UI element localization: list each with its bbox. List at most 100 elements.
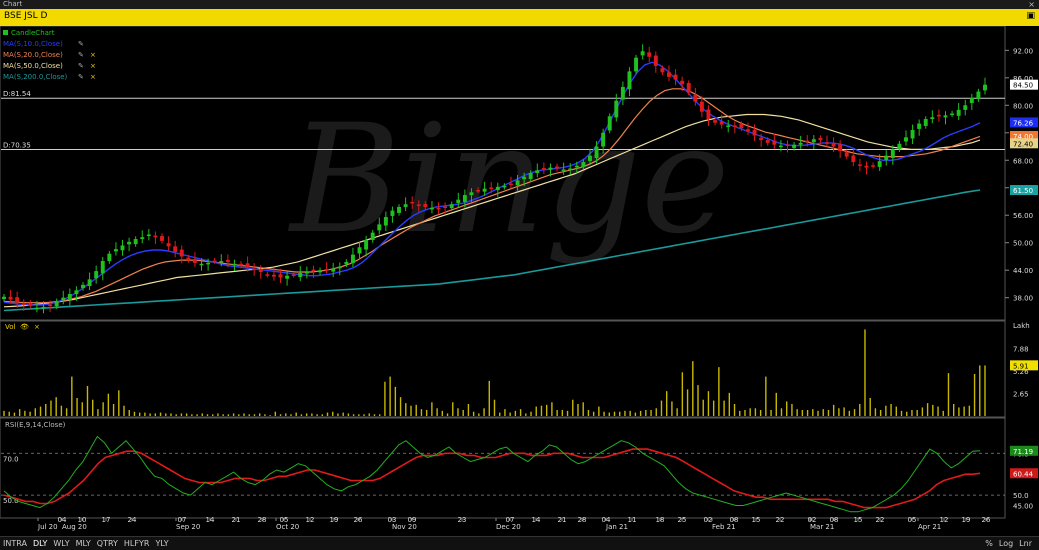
candle-body — [910, 130, 915, 139]
x-tick-label: 19 — [962, 516, 971, 524]
edit-icon[interactable]: ✎ — [78, 40, 84, 48]
edit-icon[interactable]: ✎ — [78, 51, 84, 59]
rsi-level-label: 70.0 — [3, 455, 19, 463]
candle-body — [48, 304, 53, 307]
candle-body — [120, 245, 125, 251]
scale-option-lnr[interactable]: Lnr — [1016, 537, 1035, 550]
candle-body — [456, 199, 461, 204]
candle-body — [186, 257, 191, 261]
remove-icon[interactable]: × — [90, 73, 96, 81]
candle-body — [489, 187, 494, 190]
eye-icon[interactable]: 👁 — [20, 323, 29, 331]
candle-body — [15, 297, 20, 303]
close-icon[interactable]: × — [1028, 0, 1035, 9]
bottom-toolbar: INTRA DLY WLY MLY QTRY HLFYR YLY% Log Lnr — [0, 536, 1039, 550]
x-tick-label: 28 — [578, 516, 587, 524]
scale-option-percent[interactable]: % — [982, 537, 996, 550]
candle-body — [884, 155, 889, 161]
candle-body — [179, 249, 184, 257]
tab-intra[interactable]: INTRA — [0, 537, 30, 550]
rsi-label[interactable]: RSI(E,9,14,Close) — [5, 421, 66, 429]
tab-qtry[interactable]: QTRY — [94, 537, 121, 550]
candle-body — [304, 272, 309, 274]
candle-body — [620, 86, 625, 100]
x-tick-label: 12 — [940, 516, 949, 524]
x-tick-label: 14 — [532, 516, 541, 524]
x-tick-label: 15 — [854, 516, 863, 524]
restore-icon[interactable]: ▣ — [1026, 11, 1035, 21]
candle-body — [917, 123, 922, 129]
vol-label[interactable]: Vol — [5, 323, 16, 331]
x-tick-label: 28 — [258, 516, 267, 524]
legend-candle[interactable]: CandleChart — [11, 29, 55, 37]
candle-body — [383, 217, 388, 226]
candle-body — [825, 142, 829, 144]
candle-body — [291, 274, 296, 277]
legend-ma50[interactable]: MA(S,50.0,Close) — [3, 62, 63, 70]
candle-body — [28, 302, 33, 306]
edit-icon[interactable]: ✎ — [78, 62, 84, 70]
tab-yly[interactable]: YLY — [152, 537, 171, 550]
candle-body — [634, 57, 639, 72]
x-tick-label: 05 — [908, 516, 917, 524]
rsi-badge-text: 71.19 — [1013, 448, 1033, 456]
tab-dly[interactable]: DLY — [30, 537, 50, 550]
volume-panel — [0, 320, 1006, 418]
candle-body — [588, 155, 592, 161]
candle-body — [436, 207, 441, 210]
edit-icon[interactable]: ✎ — [78, 73, 84, 81]
candle-body — [225, 259, 230, 262]
candle-body — [206, 262, 211, 265]
candle-body — [607, 116, 612, 131]
chart-canvas[interactable]: Binge 50.0 70.0 D:81.54 D:70.35 38.00 44.00… — [0, 26, 1039, 536]
candle-body — [495, 186, 500, 191]
candle-body — [2, 296, 6, 300]
tab-mly[interactable]: MLY — [73, 537, 94, 550]
candle-body — [278, 274, 283, 278]
vol-tick-label: 7.88 — [1013, 345, 1029, 353]
candle-body — [864, 165, 869, 168]
x-tick-label: 17 — [102, 516, 111, 524]
candle-body — [923, 119, 928, 126]
candle-body — [41, 306, 46, 309]
candle-body — [574, 165, 579, 168]
candle-body — [792, 144, 797, 148]
candle-body — [403, 204, 408, 207]
x-tick-label: 08 — [830, 516, 839, 524]
candle-body — [805, 140, 810, 143]
candle-body — [555, 166, 560, 169]
candle-body — [904, 137, 908, 142]
candle-body — [746, 129, 750, 131]
legend-ma200[interactable]: MA(S,200.0,Close) — [3, 73, 68, 81]
candle-body — [160, 236, 164, 241]
candle-body — [350, 254, 355, 264]
remove-icon[interactable]: × — [34, 323, 40, 331]
candle-body — [831, 142, 836, 147]
candle-body — [739, 124, 744, 129]
legend-ma10[interactable]: MA(S,10.0,Close) — [3, 40, 63, 48]
candle-body — [502, 185, 507, 188]
symbol-bar: BSE JSL D ▣ — [0, 9, 1039, 26]
candle-body — [969, 97, 974, 103]
candle-body — [568, 168, 573, 171]
candle-body — [482, 188, 487, 192]
candle-body — [561, 169, 566, 171]
candle-body — [337, 266, 342, 269]
x-tick-label: Aug 20 — [62, 523, 87, 531]
scale-option-log[interactable]: Log — [996, 537, 1016, 550]
candle-body — [192, 258, 197, 263]
tab-wly[interactable]: WLY — [50, 537, 72, 550]
candle-body — [983, 84, 987, 91]
price-tick-label: 68.00 — [1013, 157, 1033, 165]
candle-body — [94, 271, 99, 279]
candle-body — [515, 180, 520, 186]
candle-body — [449, 204, 454, 209]
candle-body — [680, 80, 685, 85]
legend-ma20[interactable]: MA(S,20.0,Close) — [3, 51, 63, 59]
candle-body — [732, 125, 737, 127]
x-tick-label: Nov 20 — [392, 523, 417, 531]
remove-icon[interactable]: × — [90, 62, 96, 70]
tab-hlfyr[interactable]: HLFYR — [121, 537, 153, 550]
x-tick-label: 26 — [354, 516, 363, 524]
remove-icon[interactable]: × — [90, 51, 96, 59]
